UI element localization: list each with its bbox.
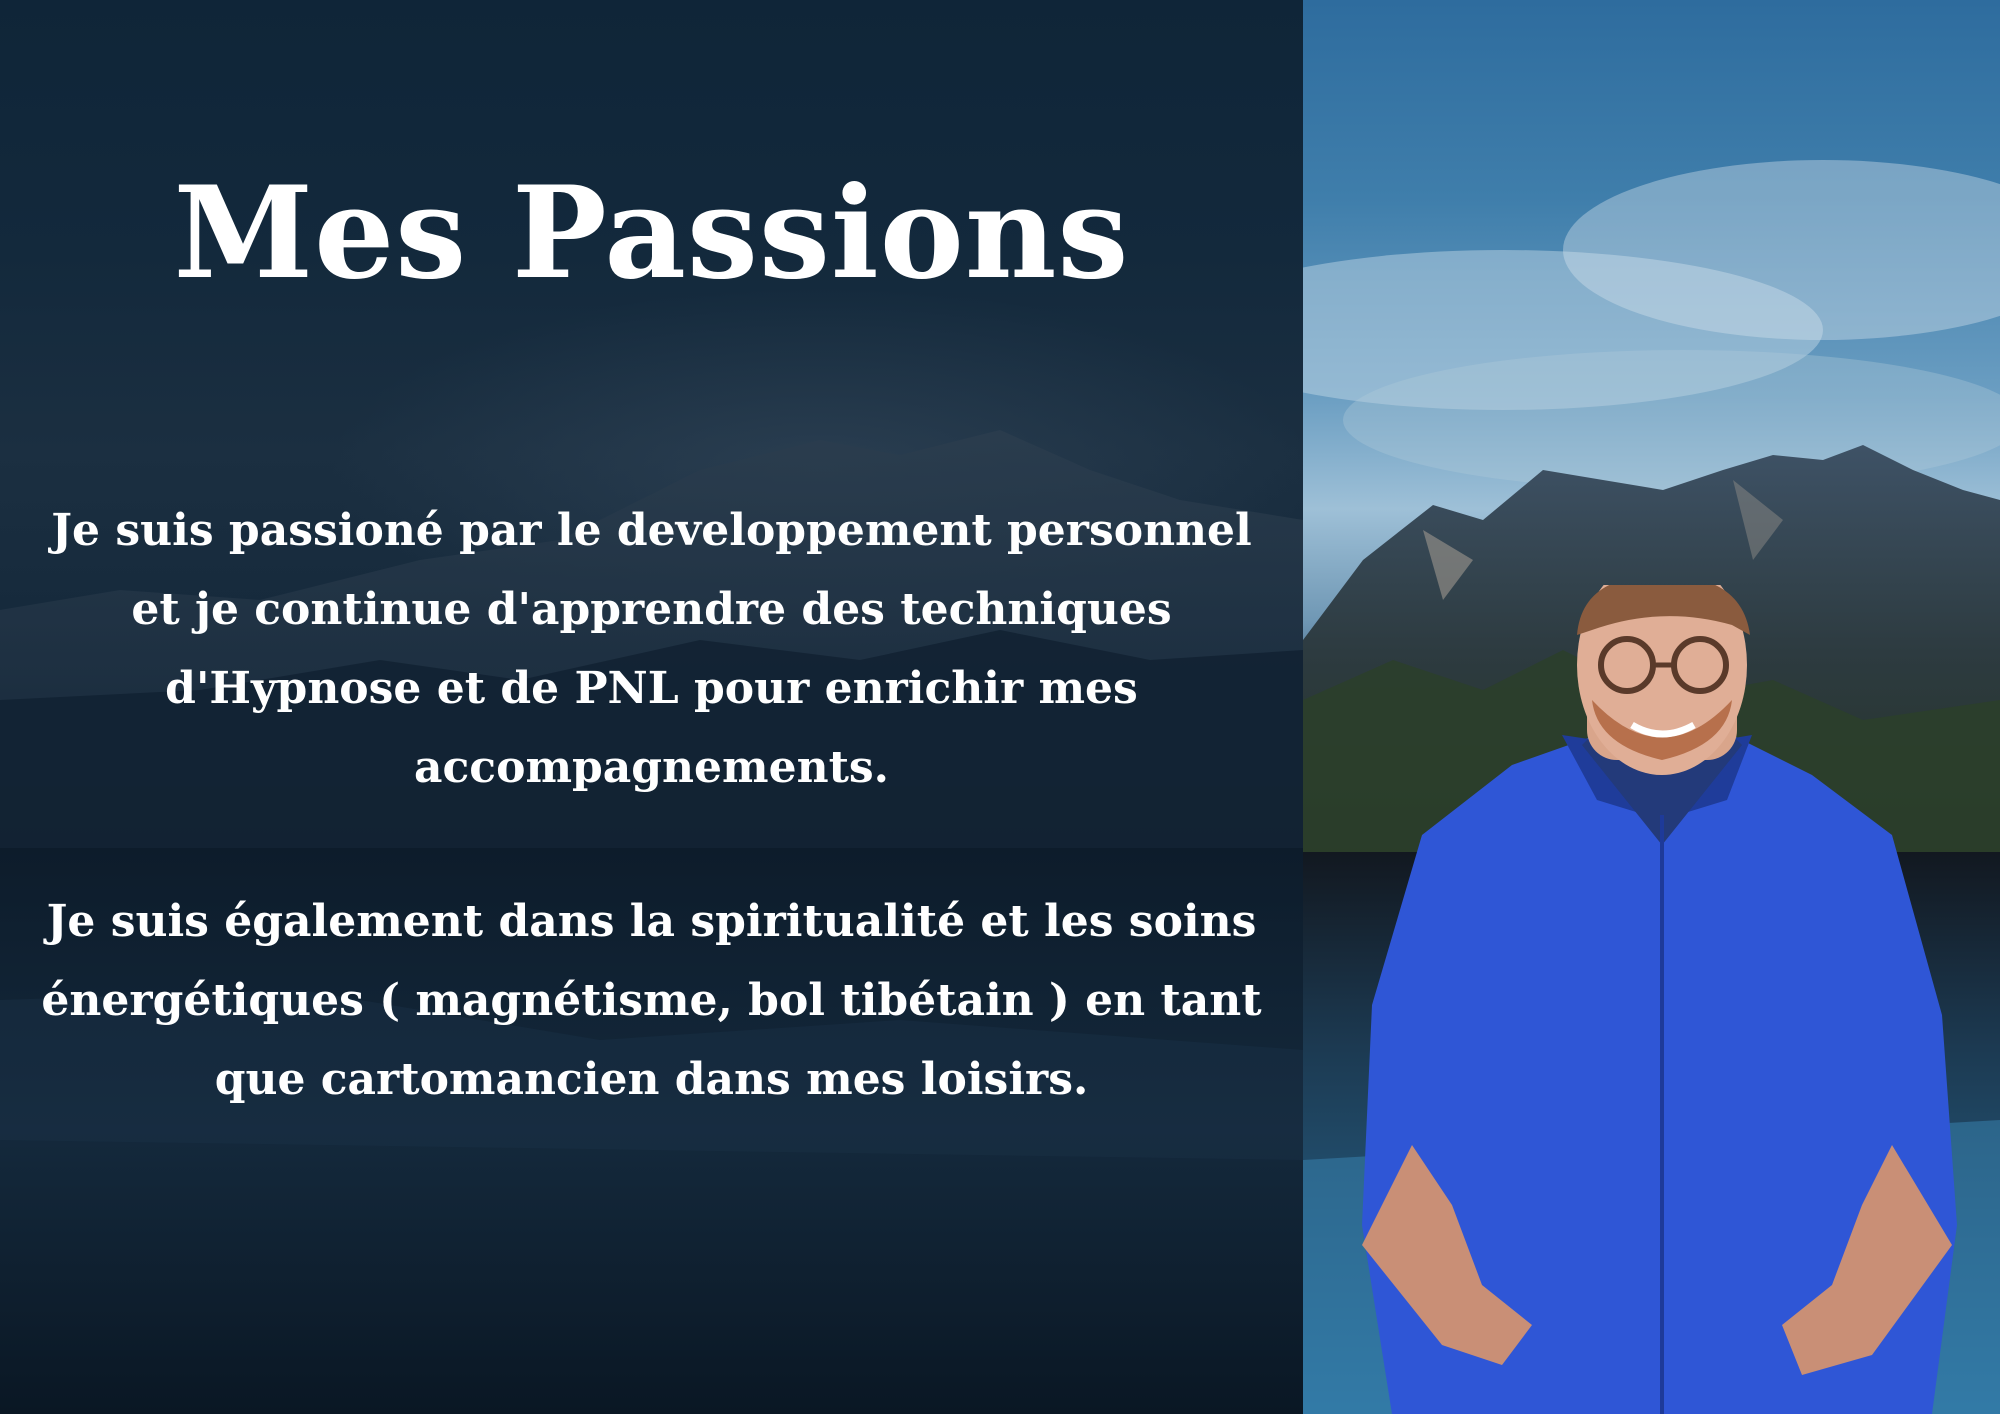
paragraph-line: Je suis passioné par le developpement pe… (51, 505, 1252, 556)
passion-paragraph-1: Je suis passioné par le developpement pe… (30, 491, 1273, 807)
paragraph-line: accompagnements. (414, 742, 889, 793)
portrait-image (1362, 585, 1957, 1414)
page-title: Mes Passions (173, 159, 1130, 307)
passion-paragraph-2: Je suis également dans la spiritualité e… (30, 882, 1273, 1119)
left-panel: Mes Passions Je suis passioné par le dev… (0, 0, 1303, 1414)
paragraph-line: d'Hypnose et de PNL pour enrichir mes (165, 663, 1138, 714)
paragraph-line: que cartomancien dans mes loisirs. (214, 1054, 1089, 1105)
paragraph-line: énergétiques ( magnétisme, bol tibétain … (41, 975, 1262, 1026)
paragraph-line: et je continue d'apprendre des technique… (131, 584, 1172, 635)
paragraph-line: Je suis également dans la spiritualité e… (46, 896, 1257, 947)
